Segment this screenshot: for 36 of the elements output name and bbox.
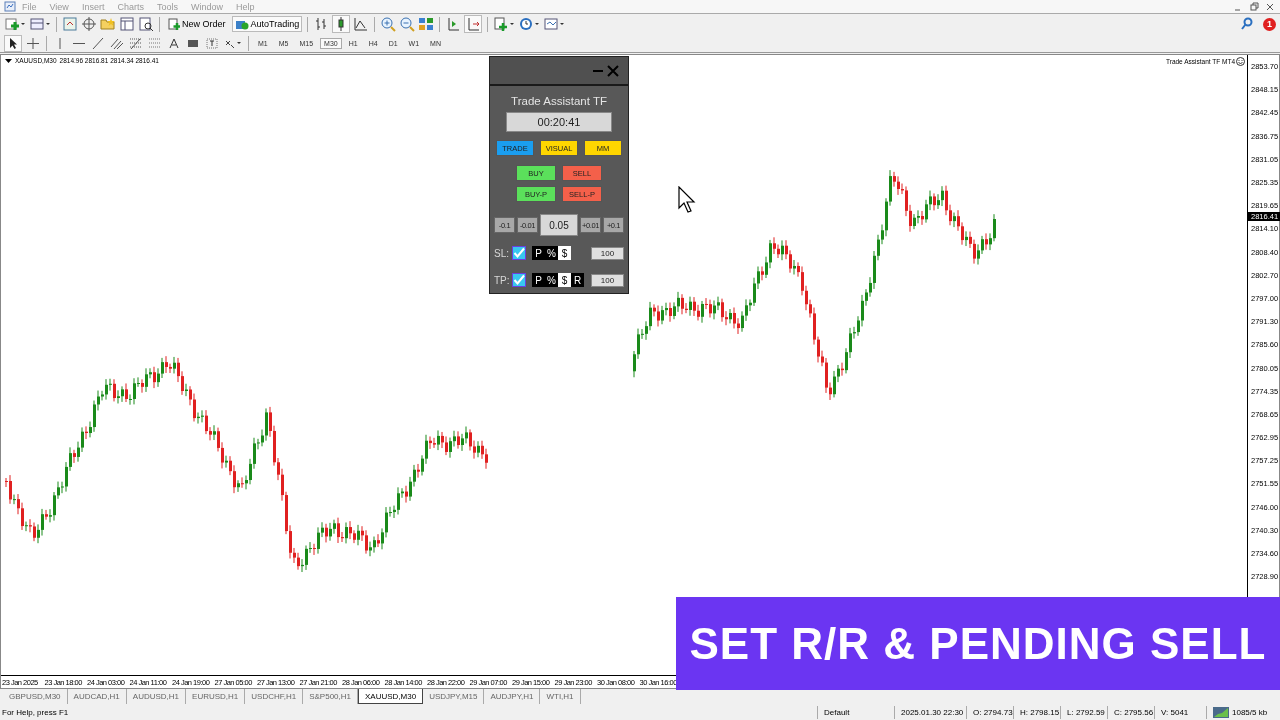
chart-tab[interactable]: USDCHF,H1 — [245, 689, 304, 704]
status-help-text: For Help, press F1 — [1, 707, 70, 717]
unit-toggle[interactable]: $ — [558, 273, 571, 287]
bar-time: 2025.01.30 22:30 — [894, 705, 966, 719]
close-price: C: 2795.56 — [1107, 705, 1154, 719]
unit-toggle[interactable]: % — [545, 246, 558, 260]
stop-value-field[interactable]: 100 — [591, 273, 624, 287]
high-price: H: 2798.15 — [1013, 705, 1060, 719]
profile-name: Default — [817, 705, 894, 719]
chart-tab[interactable]: AUDCAD,H1 — [67, 689, 127, 704]
caption-banner: SET R/R & PENDING SELL — [676, 597, 1280, 690]
unit-toggle[interactable]: P — [532, 246, 545, 260]
timer-display: 00:20:41 — [506, 112, 612, 132]
low-price: L: 2792.59 — [1060, 705, 1107, 719]
stop-value-field[interactable]: 100 — [591, 246, 624, 260]
chart-tab[interactable]: USDJPY,M15 — [423, 689, 485, 704]
chart-tab[interactable]: EURUSD,H1 — [186, 689, 246, 704]
traffic-text: 1085/5 kb — [1232, 707, 1268, 717]
new-order-button[interactable]: New Order — [165, 16, 229, 32]
notification-badge[interactable]: 1 — [1263, 17, 1276, 31]
chart-tab[interactable]: AUDUSD,H1 — [126, 689, 187, 704]
chart-tab[interactable]: WTI,H1 — [540, 689, 581, 704]
chart-tab[interactable]: GBPUSD,M30 — [3, 689, 68, 704]
open-price: O: 2794.73 — [966, 705, 1013, 719]
chart-tab[interactable]: XAUUSD,M30 — [358, 689, 424, 704]
volume: V: 5041 — [1154, 705, 1206, 719]
panel-title: Trade Assistant TF — [511, 95, 607, 107]
unit-toggle[interactable]: R — [571, 273, 584, 287]
stop-label: TP: — [494, 274, 511, 286]
chart-tab[interactable]: AUDJPY,H1 — [484, 689, 541, 704]
unit-toggle[interactable]: P — [532, 273, 545, 287]
stop-label: SL: — [494, 247, 510, 259]
lot-size-field[interactable]: 0.05 — [540, 214, 578, 236]
unit-toggle[interactable]: % — [545, 273, 558, 287]
autotrading-button[interactable]: AutoTrading — [231, 16, 303, 32]
unit-toggle[interactable]: $ — [558, 246, 571, 260]
